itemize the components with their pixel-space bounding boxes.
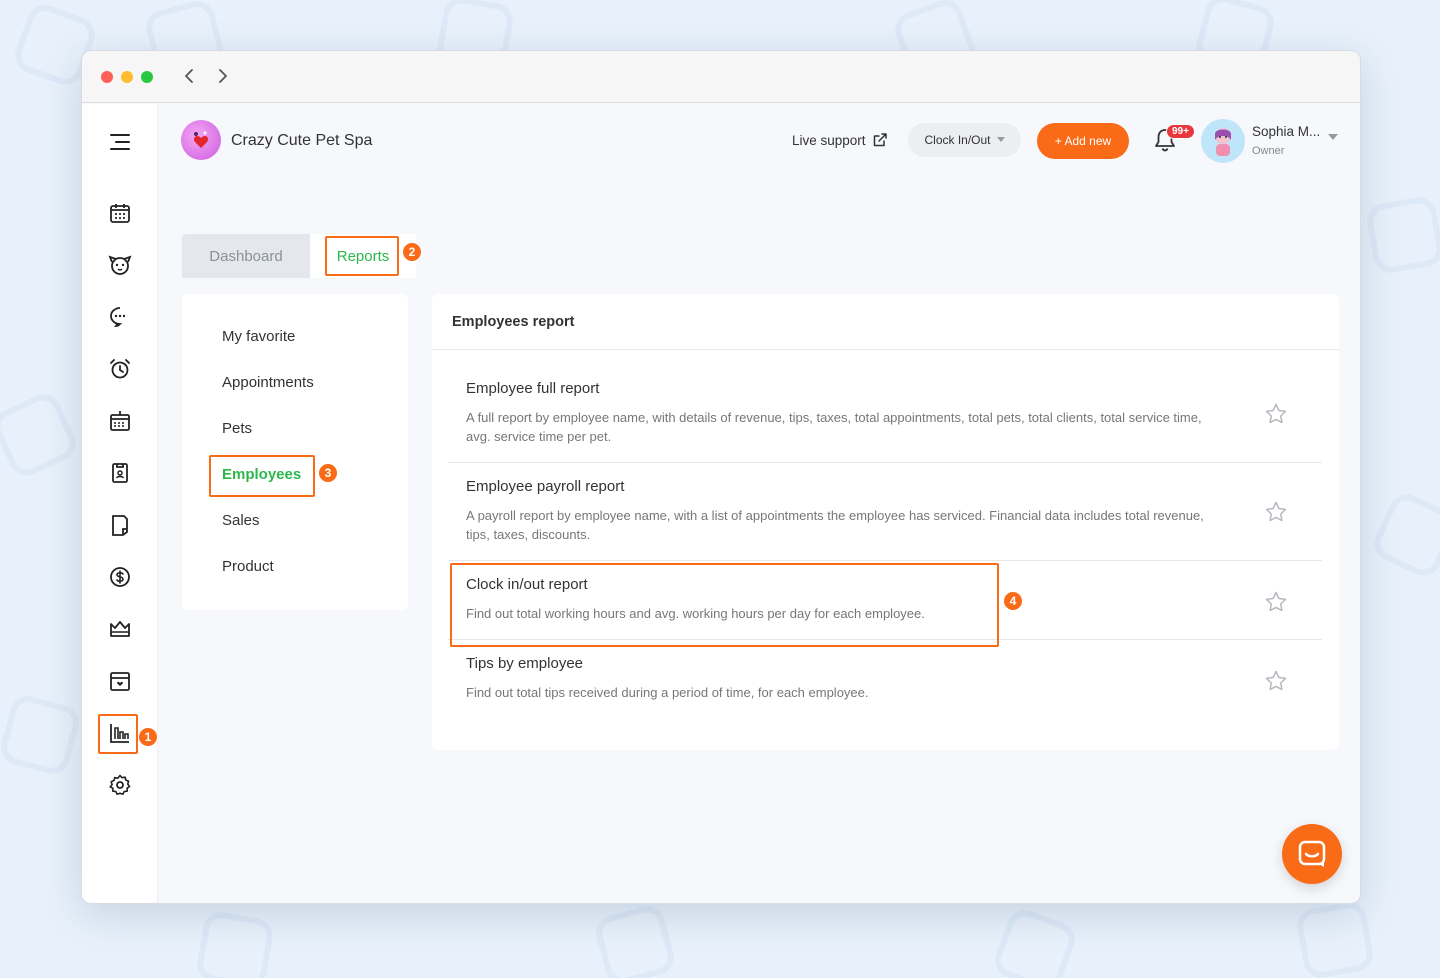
user-menu-caret-icon[interactable] — [1328, 128, 1338, 146]
clock-in-out-label: Clock In/Out — [924, 133, 991, 147]
schedule-icon[interactable] — [106, 407, 134, 435]
back-arrow-icon[interactable] — [178, 65, 200, 87]
alarm-icon[interactable] — [106, 355, 134, 383]
crown-icon[interactable] — [106, 615, 134, 643]
category-appointments[interactable]: Appointments — [222, 374, 314, 391]
user-name: Sophia M... — [1252, 124, 1321, 139]
report-description: Find out total tips received during a pe… — [466, 685, 869, 700]
category-employees[interactable]: Employees — [222, 466, 301, 483]
user-avatar[interactable] — [1201, 119, 1245, 163]
report-row-clock-in-out[interactable]: Clock in/out report Find out total worki… — [448, 576, 1322, 626]
close-window-button[interactable] — [101, 71, 113, 83]
forward-arrow-icon[interactable] — [212, 65, 234, 87]
brand-logo[interactable] — [181, 120, 221, 160]
step-3-badge: 3 — [318, 463, 338, 483]
report-title: Employee full report — [466, 380, 600, 397]
caret-down-icon — [996, 137, 1005, 142]
step-2-badge: 2 — [402, 242, 422, 262]
report-category-panel: My favorite Appointments Pets Employees … — [182, 294, 408, 610]
settings-icon[interactable] — [106, 771, 134, 799]
report-title: Tips by employee — [466, 655, 583, 672]
menu-icon[interactable] — [106, 128, 134, 156]
row-divider — [448, 560, 1322, 561]
top-header: Crazy Cute Pet Spa Live support Clock In… — [159, 104, 1360, 178]
favorite-star-icon[interactable] — [1264, 669, 1288, 693]
report-title: Clock in/out report — [466, 576, 588, 593]
live-support-label: Live support — [792, 132, 866, 148]
chat-widget-button[interactable] — [1282, 824, 1342, 884]
category-pets[interactable]: Pets — [222, 420, 252, 437]
minimize-window-button[interactable] — [121, 71, 133, 83]
clock-in-out-button[interactable]: Clock In/Out — [908, 123, 1021, 157]
brand-name: Crazy Cute Pet Spa — [231, 132, 373, 149]
calendar-heart-icon[interactable] — [106, 667, 134, 695]
report-description: A payroll report by employee name, with … — [466, 508, 1204, 542]
dollar-icon[interactable] — [106, 563, 134, 591]
report-row-employee-full[interactable]: Employee full report A full report by em… — [448, 380, 1322, 450]
favorite-star-icon[interactable] — [1264, 500, 1288, 524]
calendar-icon[interactable] — [106, 199, 134, 227]
document-icon[interactable] — [106, 511, 134, 539]
badge-icon[interactable] — [106, 459, 134, 487]
report-description: Find out total working hours and avg. wo… — [466, 606, 925, 621]
category-product[interactable]: Product — [222, 558, 274, 575]
step-1-badge: 1 — [138, 727, 158, 747]
category-sales[interactable]: Sales — [222, 512, 260, 529]
main-content: Crazy Cute Pet Spa Live support Clock In… — [159, 104, 1360, 903]
report-row-tips-by-employee[interactable]: Tips by employee Find out total tips rec… — [448, 655, 1322, 705]
reports-chart-icon[interactable] — [106, 719, 134, 747]
pet-icon[interactable] — [106, 251, 134, 279]
row-divider — [448, 639, 1322, 640]
panel-divider — [432, 349, 1339, 350]
tab-dashboard[interactable]: Dashboard — [182, 234, 310, 278]
favorite-star-icon[interactable] — [1264, 402, 1288, 426]
external-link-icon — [873, 133, 887, 147]
user-role: Owner — [1252, 145, 1285, 157]
report-title: Employee payroll report — [466, 478, 625, 495]
live-support-link[interactable]: Live support — [792, 132, 888, 148]
tab-reports[interactable]: Reports — [310, 234, 416, 278]
report-panel-title: Employees report — [452, 314, 575, 330]
notification-count-badge: 99+ — [1166, 124, 1195, 139]
category-my-favorite[interactable]: My favorite — [222, 328, 295, 345]
sidebar — [82, 104, 158, 903]
row-divider — [448, 462, 1322, 463]
add-new-button[interactable]: + Add new — [1037, 123, 1129, 159]
chat-icon[interactable] — [106, 303, 134, 331]
chat-bubble-icon — [1298, 840, 1326, 867]
app-window: 1 Crazy Cute Pet Spa Live support Clock … — [81, 50, 1361, 904]
report-description: A full report by employee name, with det… — [466, 410, 1202, 444]
favorite-star-icon[interactable] — [1264, 590, 1288, 614]
report-row-employee-payroll[interactable]: Employee payroll report A payroll report… — [448, 478, 1322, 548]
window-titlebar — [82, 51, 1360, 103]
employees-report-panel: Employees report Employee full report A … — [432, 294, 1339, 750]
step-4-badge: 4 — [1003, 591, 1023, 611]
maximize-window-button[interactable] — [141, 71, 153, 83]
